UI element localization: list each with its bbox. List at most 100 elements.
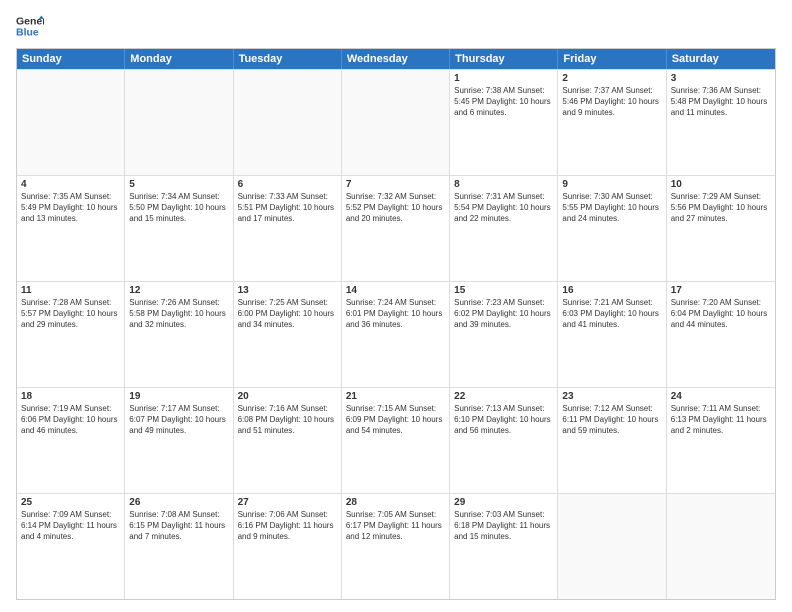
- day-cell-16: 16Sunrise: 7:21 AM Sunset: 6:03 PM Dayli…: [558, 282, 666, 387]
- day-info: Sunrise: 7:33 AM Sunset: 5:51 PM Dayligh…: [238, 192, 337, 224]
- day-info: Sunrise: 7:15 AM Sunset: 6:09 PM Dayligh…: [346, 404, 445, 436]
- day-cell-7: 7 Sunrise: 7:32 AM Sunset: 5:52 PM Daylig…: [342, 176, 450, 281]
- day-number: 5: [129, 179, 228, 190]
- day-number: 10: [671, 179, 771, 190]
- day-cell-27: 27 Sunrise: 7:06 AM Sunset: 6:16 PM Dayli…: [234, 494, 342, 599]
- week-row-4: 18 Sunrise: 7:19 AM Sunset: 6:06 PM Dayli…: [17, 387, 775, 493]
- week-row-3: 11Sunrise: 7:28 AM Sunset: 5:57 PM Dayli…: [17, 281, 775, 387]
- header: General Blue: [16, 12, 776, 40]
- week-row-1: 1 Sunrise: 7:38 AM Sunset: 5:45 PM Daylig…: [17, 69, 775, 175]
- calendar-header: SundayMondayTuesdayWednesdayThursdayFrid…: [17, 49, 775, 69]
- day-number: 1: [454, 73, 553, 84]
- day-cell-12: 12 Sunrise: 7:26 AM Sunset: 5:58 PM Dayli…: [125, 282, 233, 387]
- header-day-sunday: Sunday: [17, 49, 125, 69]
- day-cell-empty: [342, 70, 450, 175]
- day-number: 24: [671, 391, 771, 402]
- day-cell-25: 25Sunrise: 7:09 AM Sunset: 6:14 PM Dayli…: [17, 494, 125, 599]
- day-cell-10: 10 Sunrise: 7:29 AM Sunset: 5:56 PM Dayli…: [667, 176, 775, 281]
- day-number: 17: [671, 285, 771, 296]
- day-number: 4: [21, 179, 120, 190]
- day-cell-empty: [234, 70, 342, 175]
- day-cell-1: 1 Sunrise: 7:38 AM Sunset: 5:45 PM Daylig…: [450, 70, 558, 175]
- day-cell-20: 20 Sunrise: 7:16 AM Sunset: 6:08 PM Dayli…: [234, 388, 342, 493]
- day-info: Sunrise: 7:16 AM Sunset: 6:08 PM Dayligh…: [238, 404, 337, 436]
- day-number: 7: [346, 179, 445, 190]
- day-info: Sunrise: 7:34 AM Sunset: 5:50 PM Dayligh…: [129, 192, 228, 224]
- day-number: 23: [562, 391, 661, 402]
- day-cell-29: 29 Sunrise: 7:03 AM Sunset: 6:18 PM Dayli…: [450, 494, 558, 599]
- day-number: 3: [671, 73, 771, 84]
- header-day-monday: Monday: [125, 49, 233, 69]
- day-info: Sunrise: 7:23 AM Sunset: 6:02 PM Dayligh…: [454, 298, 553, 330]
- day-cell-4: 4 Sunrise: 7:35 AM Sunset: 5:49 PM Daylig…: [17, 176, 125, 281]
- day-info: Sunrise: 7:30 AM Sunset: 5:55 PM Dayligh…: [562, 192, 661, 224]
- day-info: Sunrise: 7:03 AM Sunset: 6:18 PM Dayligh…: [454, 510, 553, 542]
- day-number: 6: [238, 179, 337, 190]
- svg-text:Blue: Blue: [16, 27, 39, 39]
- day-cell-17: 17Sunrise: 7:20 AM Sunset: 6:04 PM Dayli…: [667, 282, 775, 387]
- day-info: Sunrise: 7:11 AM Sunset: 6:13 PM Dayligh…: [671, 404, 771, 436]
- day-number: 13: [238, 285, 337, 296]
- day-cell-14: 14 Sunrise: 7:24 AM Sunset: 6:01 PM Dayli…: [342, 282, 450, 387]
- day-info: Sunrise: 7:29 AM Sunset: 5:56 PM Dayligh…: [671, 192, 771, 224]
- day-cell-empty: [17, 70, 125, 175]
- day-info: Sunrise: 7:09 AM Sunset: 6:14 PM Dayligh…: [21, 510, 120, 542]
- svg-text:General: General: [16, 15, 44, 27]
- day-cell-empty: [558, 494, 666, 599]
- day-number: 2: [562, 73, 661, 84]
- day-info: Sunrise: 7:38 AM Sunset: 5:45 PM Dayligh…: [454, 86, 553, 118]
- day-number: 21: [346, 391, 445, 402]
- day-info: Sunrise: 7:13 AM Sunset: 6:10 PM Dayligh…: [454, 404, 553, 436]
- day-info: Sunrise: 7:05 AM Sunset: 6:17 PM Dayligh…: [346, 510, 445, 542]
- header-day-thursday: Thursday: [450, 49, 558, 69]
- day-cell-empty: [667, 494, 775, 599]
- logo: General Blue: [16, 12, 44, 40]
- week-row-5: 25Sunrise: 7:09 AM Sunset: 6:14 PM Dayli…: [17, 493, 775, 599]
- day-number: 20: [238, 391, 337, 402]
- day-info: Sunrise: 7:36 AM Sunset: 5:48 PM Dayligh…: [671, 86, 771, 118]
- day-info: Sunrise: 7:24 AM Sunset: 6:01 PM Dayligh…: [346, 298, 445, 330]
- day-cell-19: 19Sunrise: 7:17 AM Sunset: 6:07 PM Dayli…: [125, 388, 233, 493]
- day-number: 18: [21, 391, 120, 402]
- day-cell-21: 21 Sunrise: 7:15 AM Sunset: 6:09 PM Dayli…: [342, 388, 450, 493]
- day-info: Sunrise: 7:21 AM Sunset: 6:03 PM Dayligh…: [562, 298, 661, 330]
- header-day-wednesday: Wednesday: [342, 49, 450, 69]
- logo-icon: General Blue: [16, 12, 44, 40]
- day-cell-22: 22Sunrise: 7:13 AM Sunset: 6:10 PM Dayli…: [450, 388, 558, 493]
- day-cell-2: 2 Sunrise: 7:37 AM Sunset: 5:46 PM Daylig…: [558, 70, 666, 175]
- calendar: SundayMondayTuesdayWednesdayThursdayFrid…: [16, 48, 776, 600]
- day-info: Sunrise: 7:32 AM Sunset: 5:52 PM Dayligh…: [346, 192, 445, 224]
- day-info: Sunrise: 7:35 AM Sunset: 5:49 PM Dayligh…: [21, 192, 120, 224]
- day-number: 11: [21, 285, 120, 296]
- day-info: Sunrise: 7:12 AM Sunset: 6:11 PM Dayligh…: [562, 404, 661, 436]
- day-number: 26: [129, 497, 228, 508]
- day-cell-3: 3 Sunrise: 7:36 AM Sunset: 5:48 PM Daylig…: [667, 70, 775, 175]
- day-info: Sunrise: 7:26 AM Sunset: 5:58 PM Dayligh…: [129, 298, 228, 330]
- day-cell-6: 6 Sunrise: 7:33 AM Sunset: 5:51 PM Daylig…: [234, 176, 342, 281]
- day-cell-18: 18 Sunrise: 7:19 AM Sunset: 6:06 PM Dayli…: [17, 388, 125, 493]
- day-number: 29: [454, 497, 553, 508]
- day-number: 8: [454, 179, 553, 190]
- day-cell-28: 28 Sunrise: 7:05 AM Sunset: 6:17 PM Dayli…: [342, 494, 450, 599]
- day-cell-9: 9 Sunrise: 7:30 AM Sunset: 5:55 PM Daylig…: [558, 176, 666, 281]
- day-info: Sunrise: 7:37 AM Sunset: 5:46 PM Dayligh…: [562, 86, 661, 118]
- day-number: 9: [562, 179, 661, 190]
- day-info: Sunrise: 7:19 AM Sunset: 6:06 PM Dayligh…: [21, 404, 120, 436]
- day-number: 27: [238, 497, 337, 508]
- day-number: 12: [129, 285, 228, 296]
- week-row-2: 4 Sunrise: 7:35 AM Sunset: 5:49 PM Daylig…: [17, 175, 775, 281]
- day-number: 28: [346, 497, 445, 508]
- header-day-saturday: Saturday: [667, 49, 775, 69]
- day-info: Sunrise: 7:25 AM Sunset: 6:00 PM Dayligh…: [238, 298, 337, 330]
- day-cell-empty: [125, 70, 233, 175]
- page: General Blue SundayMondayTuesdayWednesda…: [0, 0, 792, 612]
- day-info: Sunrise: 7:06 AM Sunset: 6:16 PM Dayligh…: [238, 510, 337, 542]
- day-info: Sunrise: 7:17 AM Sunset: 6:07 PM Dayligh…: [129, 404, 228, 436]
- calendar-body: 1 Sunrise: 7:38 AM Sunset: 5:45 PM Daylig…: [17, 69, 775, 599]
- day-cell-26: 26Sunrise: 7:08 AM Sunset: 6:15 PM Dayli…: [125, 494, 233, 599]
- header-day-tuesday: Tuesday: [234, 49, 342, 69]
- day-number: 15: [454, 285, 553, 296]
- day-number: 14: [346, 285, 445, 296]
- day-cell-23: 23 Sunrise: 7:12 AM Sunset: 6:11 PM Dayli…: [558, 388, 666, 493]
- day-cell-11: 11Sunrise: 7:28 AM Sunset: 5:57 PM Dayli…: [17, 282, 125, 387]
